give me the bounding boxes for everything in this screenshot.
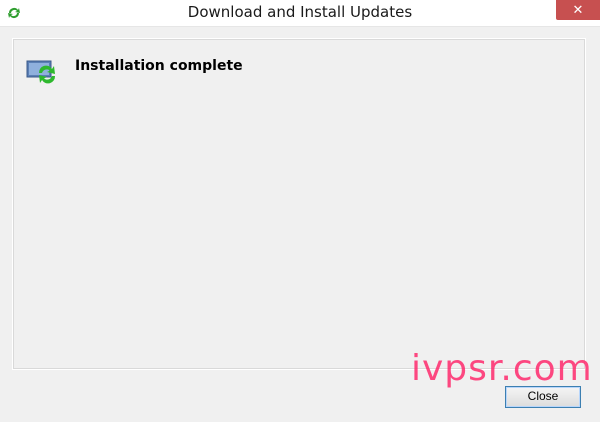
close-button[interactable]: Close	[505, 386, 581, 408]
content-panel: Installation complete	[12, 38, 586, 370]
download-install-updates-window: Download and Install Updates ✕ Installat…	[0, 0, 600, 422]
title-bar[interactable]: Download and Install Updates ✕	[0, 0, 600, 27]
installation-status-text: Installation complete	[75, 58, 243, 74]
window-bottom-edge	[0, 418, 600, 422]
window-title: Download and Install Updates	[187, 3, 413, 21]
window-close-icon[interactable]: ✕	[556, 0, 600, 20]
update-refresh-icon	[25, 57, 61, 87]
